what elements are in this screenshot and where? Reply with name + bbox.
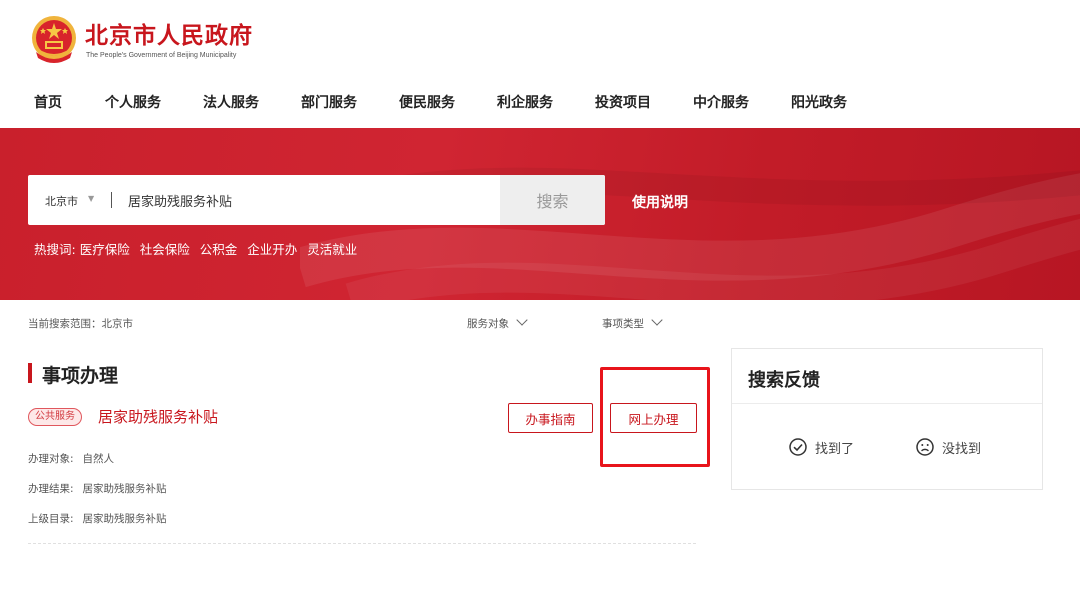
detail-row-parent-catalog: 上级目录: 居家助残服务补贴 — [28, 511, 167, 526]
detail-row-result: 办理结果: 居家助残服务补贴 — [28, 481, 167, 496]
detail-label: 办理对象: — [28, 453, 74, 465]
usage-instructions-link[interactable]: 使用说明 — [632, 192, 688, 212]
search-box: 北京市 ▼ 搜索 — [28, 175, 605, 225]
detail-label: 办理结果: — [28, 483, 74, 495]
nav-item-intermediary-services[interactable]: 中介服务 — [693, 92, 749, 112]
nav-item-open-government[interactable]: 阳光政务 — [791, 92, 847, 112]
filter-item-type-label: 事项类型 — [602, 318, 644, 330]
detail-row-target: 办理对象: 自然人 — [28, 451, 114, 466]
region-select[interactable]: 北京市 — [45, 193, 78, 209]
nav-item-convenience-services[interactable]: 便民服务 — [399, 92, 455, 112]
chevron-down-icon — [651, 314, 663, 326]
nav-item-home[interactable]: 首页 — [34, 92, 62, 112]
detail-label: 上级目录: — [28, 513, 74, 525]
search-banner: 北京市 ▼ 搜索 使用说明 热搜词: 医疗保险 社会保险 公积金 企业开办 灵活… — [0, 128, 1080, 300]
filter-item-type[interactable]: 事项类型 — [602, 314, 663, 331]
search-input[interactable] — [128, 187, 488, 213]
nav-item-personal-services[interactable]: 个人服务 — [105, 92, 161, 112]
chevron-down-icon — [516, 314, 528, 326]
feedback-title: 搜索反馈 — [748, 370, 820, 391]
feedback-not-found-label: 没找到 — [942, 441, 982, 457]
detail-value: 自然人 — [82, 453, 115, 465]
hot-word-flexible-employment[interactable]: 灵活就业 — [307, 242, 357, 257]
item-divider — [28, 543, 696, 544]
online-processing-button[interactable]: 网上办理 — [610, 403, 697, 433]
nav-item-investment-projects[interactable]: 投资项目 — [595, 92, 651, 112]
nav-item-business-services[interactable]: 利企服务 — [497, 92, 553, 112]
filter-service-target-label: 服务对象 — [467, 318, 509, 330]
national-emblem-icon[interactable] — [30, 14, 78, 66]
search-feedback-panel: 搜索反馈 找到了 没找到 — [731, 348, 1043, 490]
site-header: 北京市人民政府 The People's Government of Beiji… — [0, 0, 1080, 128]
search-divider — [111, 192, 112, 208]
service-guide-button[interactable]: 办事指南 — [508, 403, 593, 433]
site-subtitle: The People's Government of Beijing Munic… — [86, 52, 237, 59]
hot-word-business-startup[interactable]: 企业开办 — [247, 242, 297, 257]
category-tag: 公共服务 — [28, 408, 82, 426]
detail-value: 居家助残服务补贴 — [82, 483, 167, 495]
feedback-not-found-button[interactable]: 没找到 — [916, 437, 981, 457]
filter-service-target[interactable]: 服务对象 — [467, 314, 528, 331]
section-title: 事项办理 — [42, 365, 119, 387]
hot-search-label: 热搜词: — [34, 242, 76, 257]
feedback-found-button[interactable]: 找到了 — [789, 437, 854, 457]
nav-item-legal-entity-services[interactable]: 法人服务 — [203, 92, 259, 112]
detail-value: 居家助残服务补贴 — [82, 513, 167, 525]
search-scope: 当前搜索范围：北京市 — [28, 318, 133, 330]
hot-word-social-insurance[interactable]: 社会保险 — [140, 242, 190, 257]
hot-word-housing-fund[interactable]: 公积金 — [200, 242, 238, 257]
nav-item-department-services[interactable]: 部门服务 — [301, 92, 357, 112]
feedback-divider — [732, 403, 1042, 404]
site-title[interactable]: 北京市人民政府 — [85, 16, 253, 50]
result-item-title[interactable]: 居家助残服务补贴 — [98, 406, 218, 427]
section-accent-bar — [28, 363, 32, 383]
caret-down-icon[interactable]: ▼ — [88, 194, 94, 203]
check-circle-icon — [789, 438, 807, 456]
hot-word-medical-insurance[interactable]: 医疗保险 — [80, 242, 130, 257]
sad-face-icon — [916, 438, 934, 456]
feedback-found-label: 找到了 — [815, 441, 855, 457]
search-button[interactable]: 搜索 — [500, 175, 605, 225]
hot-search-words: 热搜词: 医疗保险 社会保险 公积金 企业开办 灵活就业 — [34, 239, 363, 258]
